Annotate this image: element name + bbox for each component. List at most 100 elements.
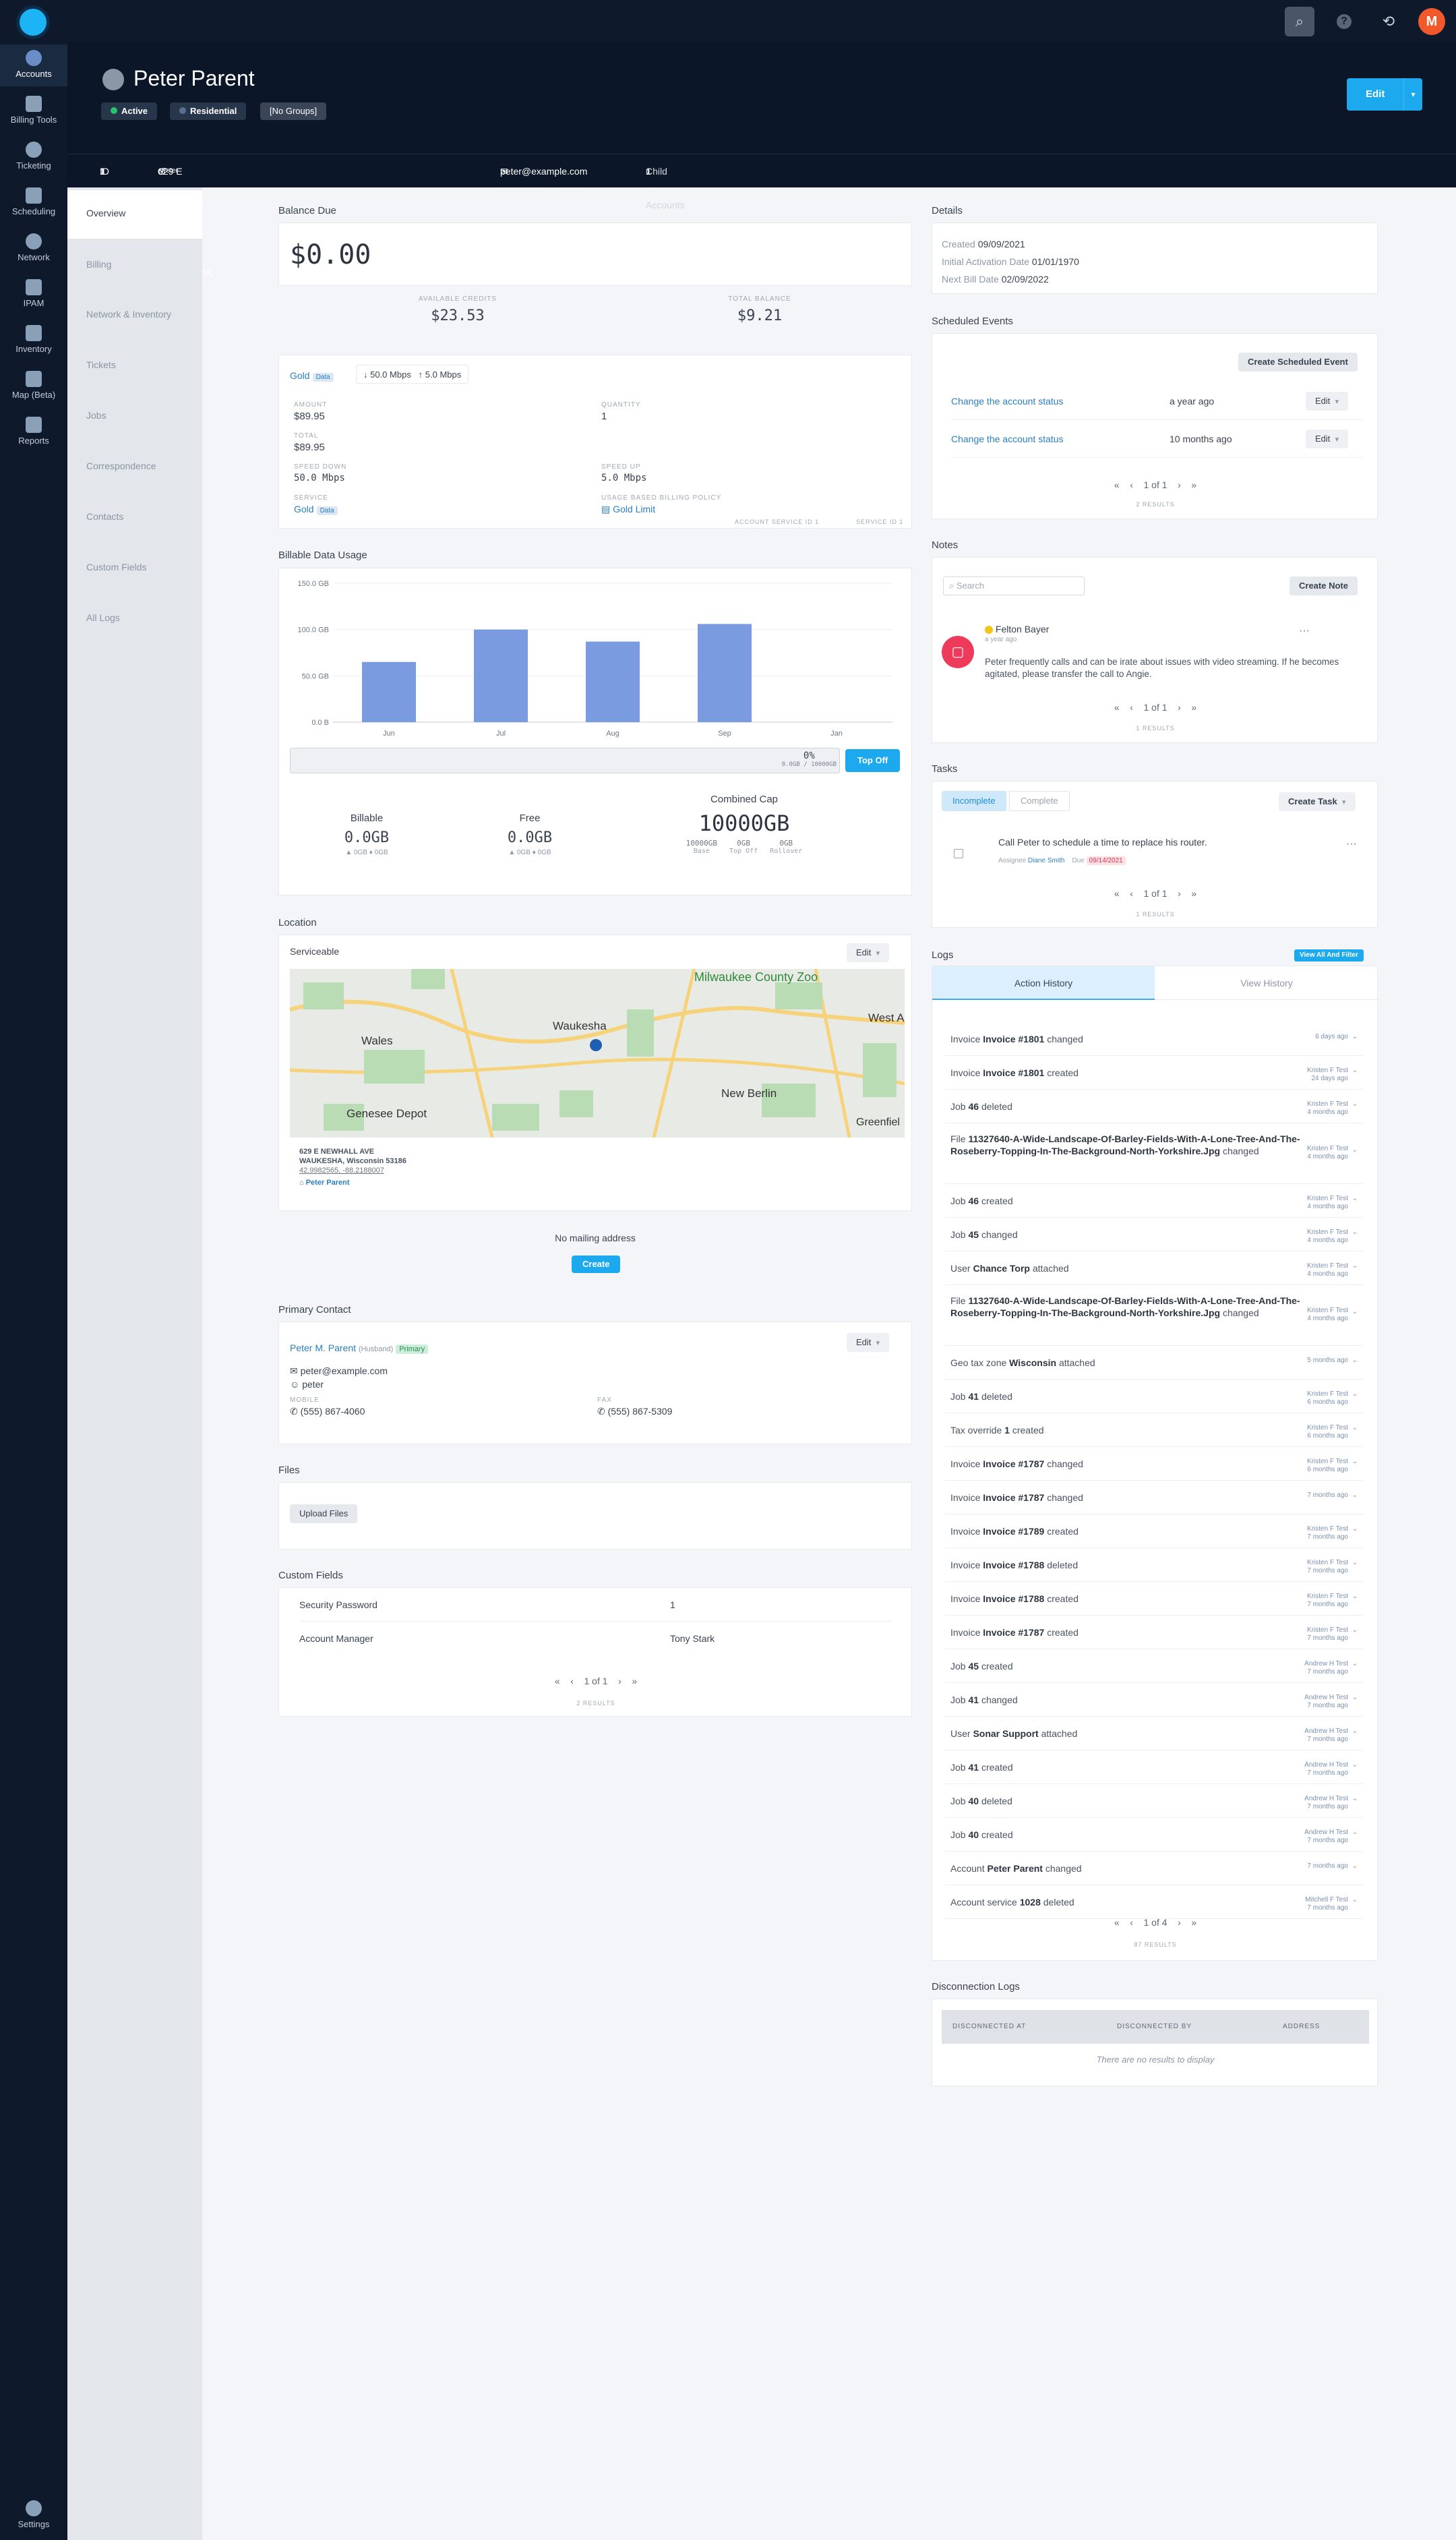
chevron-down-icon[interactable]: ⌄ <box>1352 1146 1358 1154</box>
log-row[interactable]: Invoice Invoice #1788 created Kristen F T… <box>945 1582 1363 1616</box>
log-row[interactable]: Invoice Invoice #1787 created Kristen F T… <box>945 1616 1363 1649</box>
contact-email[interactable]: ✉ peter@example.com <box>290 1365 388 1377</box>
nav-item-reports[interactable]: Reports <box>0 411 67 453</box>
log-row[interactable]: File 11327640-A-Wide-Landscape-Of-Barley… <box>945 1123 1363 1184</box>
chevron-down-icon[interactable]: ⌄ <box>1352 1694 1358 1701</box>
log-row[interactable]: Account service 1028 deleted Mitchell F T… <box>945 1885 1363 1919</box>
location-edit-button[interactable]: Edit ▾ <box>847 943 890 962</box>
log-row[interactable]: Invoice Invoice #1787 changed 7 months ag… <box>945 1481 1363 1514</box>
chevron-down-icon[interactable]: ⌄ <box>1352 1559 1358 1566</box>
chevron-down-icon[interactable]: ⌄ <box>1352 1229 1358 1236</box>
task-checkbox[interactable] <box>954 849 963 858</box>
log-row[interactable]: Job 46 deleted Kristen F Test 4 months ago… <box>945 1090 1363 1123</box>
contact-edit-button[interactable]: Edit ▾ <box>847 1333 890 1352</box>
tab-custom-fields[interactable]: Custom Fields <box>67 544 202 590</box>
log-row[interactable]: Job 45 created Andrew H Test 7 months ago ⌄ <box>945 1649 1363 1683</box>
chevron-down-icon[interactable]: ⌄ <box>1352 1308 1358 1316</box>
log-row[interactable]: Invoice Invoice #1787 changed Kristen F T… <box>945 1447 1363 1481</box>
contact-fax[interactable]: ✆ (555) 867-5309 <box>597 1406 672 1417</box>
log-row[interactable]: Job 45 changed Kristen F Test 4 months ago… <box>945 1218 1363 1251</box>
tab-all-logs[interactable]: All Logs <box>67 595 202 641</box>
log-row[interactable]: Job 46 created Kristen F Test 4 months ago… <box>945 1184 1363 1218</box>
chevron-down-icon[interactable]: ⌄ <box>1352 1100 1358 1108</box>
chevron-down-icon[interactable]: ⌄ <box>1352 1033 1358 1040</box>
create-scheduled-event-button[interactable]: Create Scheduled Event <box>1238 353 1358 372</box>
nav-item-accounts[interactable]: Accounts <box>0 45 67 86</box>
chevron-down-icon[interactable]: ⌄ <box>1352 1067 1358 1074</box>
usage-bar[interactable] <box>362 661 416 722</box>
create-note-button[interactable]: Create Note <box>1290 577 1358 595</box>
tab-network-inventory[interactable]: Network & Inventory <box>67 291 202 337</box>
tab-view-history[interactable]: View History <box>1155 966 1378 1000</box>
log-row[interactable]: Invoice Invoice #1789 created Kristen F T… <box>945 1514 1363 1548</box>
log-row[interactable]: Job 41 created Andrew H Test 7 months ago ⌄ <box>945 1750 1363 1784</box>
chevron-down-icon[interactable]: ⌄ <box>1352 1761 1358 1769</box>
notes-search-input[interactable]: ⌕ Search <box>943 577 1085 595</box>
location-owner[interactable]: ⌂ Peter Parent <box>299 1178 406 1187</box>
nav-item-settings[interactable]: Settings <box>0 2495 67 2537</box>
child-accounts[interactable]: Child Accounts 1 <box>646 154 685 210</box>
edit-account-button[interactable]: Edit ▾ <box>1347 78 1422 111</box>
chevron-down-icon[interactable]: ⌄ <box>1352 1491 1358 1499</box>
chevron-down-icon[interactable]: ⌄ <box>1352 1525 1358 1533</box>
chevron-down-icon[interactable]: ⌄ <box>1352 1458 1358 1465</box>
log-row[interactable]: User Chance Torp attached Kristen F Test 4… <box>945 1251 1363 1285</box>
chevron-down-icon[interactable]: ⌄ <box>1352 1626 1358 1634</box>
usage-bar[interactable] <box>474 629 528 722</box>
chevron-down-icon[interactable]: ⌄ <box>1352 1660 1358 1667</box>
tab-billing[interactable]: Billing <box>67 241 202 287</box>
nav-item-map[interactable]: Map (Beta) <box>0 365 67 407</box>
top-off-button[interactable]: Top Off <box>845 749 901 772</box>
log-row[interactable]: Tax override 1 created Kristen F Test 6 mo… <box>945 1413 1363 1447</box>
user-avatar[interactable]: M <box>1418 8 1445 35</box>
location-coordinates[interactable]: 42.9982565, -88.2188007 <box>299 1166 406 1175</box>
tab-overview[interactable]: Overview <box>67 190 202 239</box>
tab-action-history[interactable]: Action History <box>932 966 1155 1000</box>
service-link[interactable]: Gold Data <box>294 504 338 515</box>
tab-incomplete[interactable]: Incomplete <box>942 791 1006 811</box>
chevron-down-icon[interactable]: ⌄ <box>1352 1195 1358 1202</box>
location-map[interactable]: Milwaukee County Zoo Waukesha Wales West… <box>290 969 905 1138</box>
chevron-down-icon[interactable]: ⌄ <box>1352 1829 1358 1836</box>
log-row[interactable]: File 11327640-A-Wide-Landscape-Of-Barley… <box>945 1285 1363 1346</box>
custom-fields-pager[interactable]: « ‹ 1 of 1 › » <box>522 1676 670 1686</box>
tasks-pager[interactable]: « ‹ 1 of 1 › » <box>1081 888 1230 899</box>
chevron-down-icon[interactable]: ⌄ <box>1352 1390 1358 1398</box>
log-row[interactable]: Invoice Invoice #1801 changed 6 days ago ⌄ <box>945 1022 1363 1056</box>
chevron-down-icon[interactable]: ▾ <box>1403 78 1422 111</box>
nav-item-scheduling[interactable]: Scheduling <box>0 182 67 224</box>
chevron-down-icon[interactable]: ⌄ <box>1352 1424 1358 1431</box>
log-row[interactable]: User Sonar Support attached Andrew H Test… <box>945 1717 1363 1750</box>
help-icon[interactable]: ? <box>1329 7 1359 36</box>
tab-complete[interactable]: Complete <box>1009 791 1070 811</box>
nav-item-ticketing[interactable]: Ticketing <box>0 136 67 178</box>
tab-correspondence[interactable]: Correspondence <box>67 443 202 489</box>
create-task-button[interactable]: Create Task ▾ <box>1279 792 1356 811</box>
note-more-icon[interactable]: ··· <box>1299 625 1310 637</box>
notes-pager[interactable]: « ‹ 1 of 1 › » <box>1081 702 1230 713</box>
tab-jobs[interactable]: Jobs <box>67 392 202 438</box>
usage-bar[interactable] <box>698 624 752 722</box>
service-name[interactable]: Gold Data <box>290 370 334 382</box>
view-all-logs-button[interactable]: View All And Filter <box>1294 949 1364 962</box>
log-row[interactable]: Job 41 deleted Kristen F Test 6 months ago… <box>945 1380 1363 1413</box>
nav-item-billing-tools[interactable]: Billing Tools <box>0 90 67 132</box>
tab-tickets[interactable]: Tickets <box>67 342 202 388</box>
log-row[interactable]: Job 41 changed Andrew H Test 7 months ago ⌄ <box>945 1683 1363 1717</box>
search-icon[interactable]: ⌕ <box>1285 7 1314 36</box>
log-row[interactable]: Account Peter Parent changed 7 months ago… <box>945 1852 1363 1885</box>
scheduled-event-edit-button[interactable]: Edit ▾ <box>1306 430 1349 448</box>
chevron-down-icon[interactable]: ⌄ <box>1352 1795 1358 1802</box>
chevron-down-icon[interactable]: ⌄ <box>1352 1727 1358 1735</box>
contact-name[interactable]: Peter M. Parent (Husband) Primary <box>290 1342 429 1354</box>
log-row[interactable]: Geo tax zone Wisconsin attached 5 months … <box>945 1346 1363 1380</box>
chevron-down-icon[interactable]: ⌄ <box>1352 1357 1358 1364</box>
chevron-down-icon[interactable]: ⌄ <box>1352 1593 1358 1600</box>
usage-policy-link[interactable]: ▤ Gold Limit <box>601 504 655 515</box>
task-more-icon[interactable]: ··· <box>1346 838 1357 850</box>
nav-item-ipam[interactable]: IPAM <box>0 274 67 316</box>
chevron-down-icon[interactable]: ⌄ <box>1352 1896 1358 1903</box>
scheduled-event-edit-button[interactable]: Edit ▾ <box>1306 392 1349 411</box>
nav-item-network[interactable]: Network <box>0 228 67 270</box>
log-row[interactable]: Job 40 deleted Andrew H Test 7 months ago ⌄ <box>945 1784 1363 1818</box>
